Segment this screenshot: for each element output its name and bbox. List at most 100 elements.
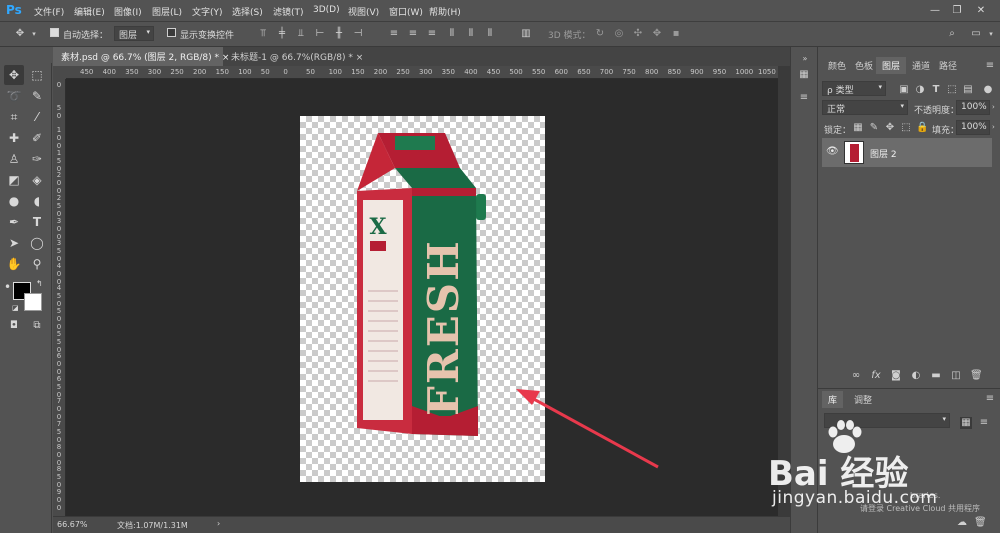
align-right-icon[interactable]: ⊣ — [352, 28, 364, 40]
link-layers-icon[interactable]: ∞ — [850, 370, 862, 382]
filter-shape-icon[interactable]: ⬚ — [946, 84, 958, 96]
lock-transparent-icon[interactable]: ▦ — [852, 122, 864, 134]
quick-mask-icon[interactable]: ◘ — [4, 316, 24, 336]
menu-view[interactable]: 视图(V) — [348, 5, 379, 18]
3d-slide-icon[interactable]: ✥ — [651, 28, 663, 40]
filter-adjust-icon[interactable]: ◑ — [914, 84, 926, 96]
tab-libraries[interactable]: 库 — [822, 391, 844, 408]
tab-adjustments[interactable]: 调整 — [848, 391, 878, 408]
align-vcenter-icon[interactable]: ╪ — [276, 28, 288, 40]
lock-position-icon[interactable]: ✥ — [884, 122, 896, 134]
eraser-tool[interactable]: ◩ — [4, 170, 24, 190]
adjustment-layer-icon[interactable]: ◐ — [910, 370, 922, 382]
distribute-right-icon[interactable]: ⦀ — [484, 28, 496, 40]
history-icon[interactable]: ▦ — [798, 69, 810, 81]
pen-tool[interactable]: ✒ — [4, 212, 24, 232]
distribute-bottom-icon[interactable]: ≡ — [426, 28, 438, 40]
move-tool-icon[interactable]: ✥ — [14, 28, 26, 40]
type-tool[interactable]: T — [27, 212, 47, 232]
default-colors-icon[interactable]: ◪ — [12, 304, 19, 312]
history-brush-tool[interactable]: ✑ — [27, 149, 47, 169]
menu-edit[interactable]: 编辑(E) — [74, 5, 105, 18]
zoom-tool[interactable]: ⚲ — [27, 254, 47, 274]
tab-paths[interactable]: 路径 — [933, 57, 963, 74]
new-layer-icon[interactable]: ◫ — [950, 370, 962, 382]
background-color-swatch[interactable] — [24, 293, 42, 311]
align-top-icon[interactable]: ⫪ — [257, 28, 269, 40]
filter-type-icon[interactable]: T — [930, 84, 942, 96]
menu-filter[interactable]: 滤镜(T) — [273, 5, 304, 18]
healing-tool[interactable]: ✚ — [4, 128, 24, 148]
auto-align-icon[interactable]: ▥ — [520, 28, 532, 40]
gradient-tool[interactable]: ◈ — [27, 170, 47, 190]
hand-tool[interactable]: ✋ — [4, 254, 24, 274]
lock-pixels-icon[interactable]: ✎ — [868, 122, 880, 134]
fill-chevron-icon[interactable]: › — [992, 123, 995, 131]
layer-style-icon[interactable]: fx — [870, 370, 882, 382]
panel-menu-icon[interactable]: ≡ — [984, 60, 996, 72]
cloud-sync-icon[interactable]: ☁ — [956, 517, 968, 529]
filter-smart-icon[interactable]: ▤ — [962, 84, 974, 96]
visibility-eye-icon[interactable]: 👁 — [826, 146, 839, 157]
distribute-left-icon[interactable]: ⦀ — [446, 28, 458, 40]
opacity-input[interactable]: 100% — [956, 100, 990, 115]
screen-mode-icon[interactable]: ⧉ — [27, 316, 47, 336]
menu-type[interactable]: 文字(Y) — [192, 5, 223, 18]
tab-document-1[interactable]: 素材.psd @ 66.7% (图层 2, RGB/8) * × — [53, 47, 229, 66]
tab-color[interactable]: 颜色 — [822, 57, 852, 74]
menu-help[interactable]: 帮助(H) — [429, 5, 461, 18]
3d-roll-icon[interactable]: ◎ — [613, 28, 625, 40]
minimize-icon[interactable]: — — [926, 3, 944, 19]
swap-colors-icon[interactable]: ↰ — [36, 279, 43, 288]
ellipse-tool[interactable]: ◯ — [27, 233, 47, 253]
canvas-area[interactable]: X FRESH — [66, 79, 778, 516]
search-icon[interactable]: ⌕ — [946, 28, 958, 40]
tab-swatches[interactable]: 色板 — [849, 57, 879, 74]
blur-tool[interactable]: ● — [4, 191, 24, 211]
layer-name[interactable]: 图层 2 — [870, 147, 897, 160]
distribute-vcenter-icon[interactable]: ≡ — [407, 28, 419, 40]
opacity-chevron-icon[interactable]: › — [992, 103, 995, 111]
tab-document-2[interactable]: 未标题-1 @ 66.7%(RGB/8) * × — [223, 47, 373, 66]
layer-row[interactable]: 👁 图层 2 — [822, 138, 992, 167]
restore-icon[interactable]: ❐ — [948, 3, 966, 19]
filter-pixel-icon[interactable]: ▣ — [898, 84, 910, 96]
workspace-chevron-icon[interactable]: ▾ — [985, 28, 997, 40]
blend-mode-dropdown[interactable]: 正常 ▾ — [822, 100, 908, 115]
chevron-down-icon[interactable]: ▾ — [28, 28, 40, 40]
show-transform-checkbox[interactable] — [167, 28, 176, 37]
clone-stamp-tool[interactable]: ♙ — [4, 149, 24, 169]
lock-all-icon[interactable]: 🔒 — [916, 122, 928, 134]
menu-layer[interactable]: 图层(L) — [152, 5, 182, 18]
3d-rotate-icon[interactable]: ↻ — [594, 28, 606, 40]
menu-image[interactable]: 图像(I) — [114, 5, 142, 18]
workspace-icon[interactable]: ▭ — [970, 28, 982, 40]
align-left-icon[interactable]: ⊢ — [314, 28, 326, 40]
collapse-icon[interactable]: » — [799, 53, 811, 65]
move-tool[interactable]: ✥ — [4, 65, 24, 85]
align-hcenter-icon[interactable]: ╫ — [333, 28, 345, 40]
3d-scale-icon[interactable]: ▪ — [670, 28, 682, 40]
new-group-icon[interactable]: ▬ — [930, 370, 942, 382]
fill-input[interactable]: 100% — [956, 120, 990, 135]
3d-drag-icon[interactable]: ✣ — [632, 28, 644, 40]
menu-file[interactable]: 文件(F) — [34, 5, 64, 18]
dodge-tool[interactable]: ◖ — [27, 191, 47, 211]
filter-toggle-icon[interactable]: ● — [982, 84, 994, 96]
tab-layers[interactable]: 图层 — [876, 57, 907, 74]
path-select-tool[interactable]: ➤ — [4, 233, 24, 253]
tab-close-icon[interactable]: × — [356, 53, 364, 63]
auto-select-dropdown[interactable]: 图层 ▾ — [114, 26, 154, 41]
lock-artboard-icon[interactable]: ⬚ — [900, 122, 912, 134]
close-icon[interactable]: ✕ — [972, 3, 990, 19]
layer-filter-dropdown[interactable]: ρ 类型 ▾ — [822, 81, 886, 96]
delete-layer-icon[interactable]: 🗑 — [970, 370, 983, 382]
menu-3d[interactable]: 3D(D) — [313, 5, 340, 15]
libs-delete-icon[interactable]: 🗑 — [974, 517, 987, 529]
menu-window[interactable]: 窗口(W) — [389, 5, 423, 18]
zoom-level[interactable]: 66.67% — [57, 520, 88, 529]
tab-channels[interactable]: 通道 — [906, 57, 936, 74]
properties-icon[interactable]: ≡ — [798, 92, 810, 104]
align-bottom-icon[interactable]: ⫫ — [295, 28, 307, 40]
crop-tool[interactable]: ⌗ — [4, 107, 24, 127]
